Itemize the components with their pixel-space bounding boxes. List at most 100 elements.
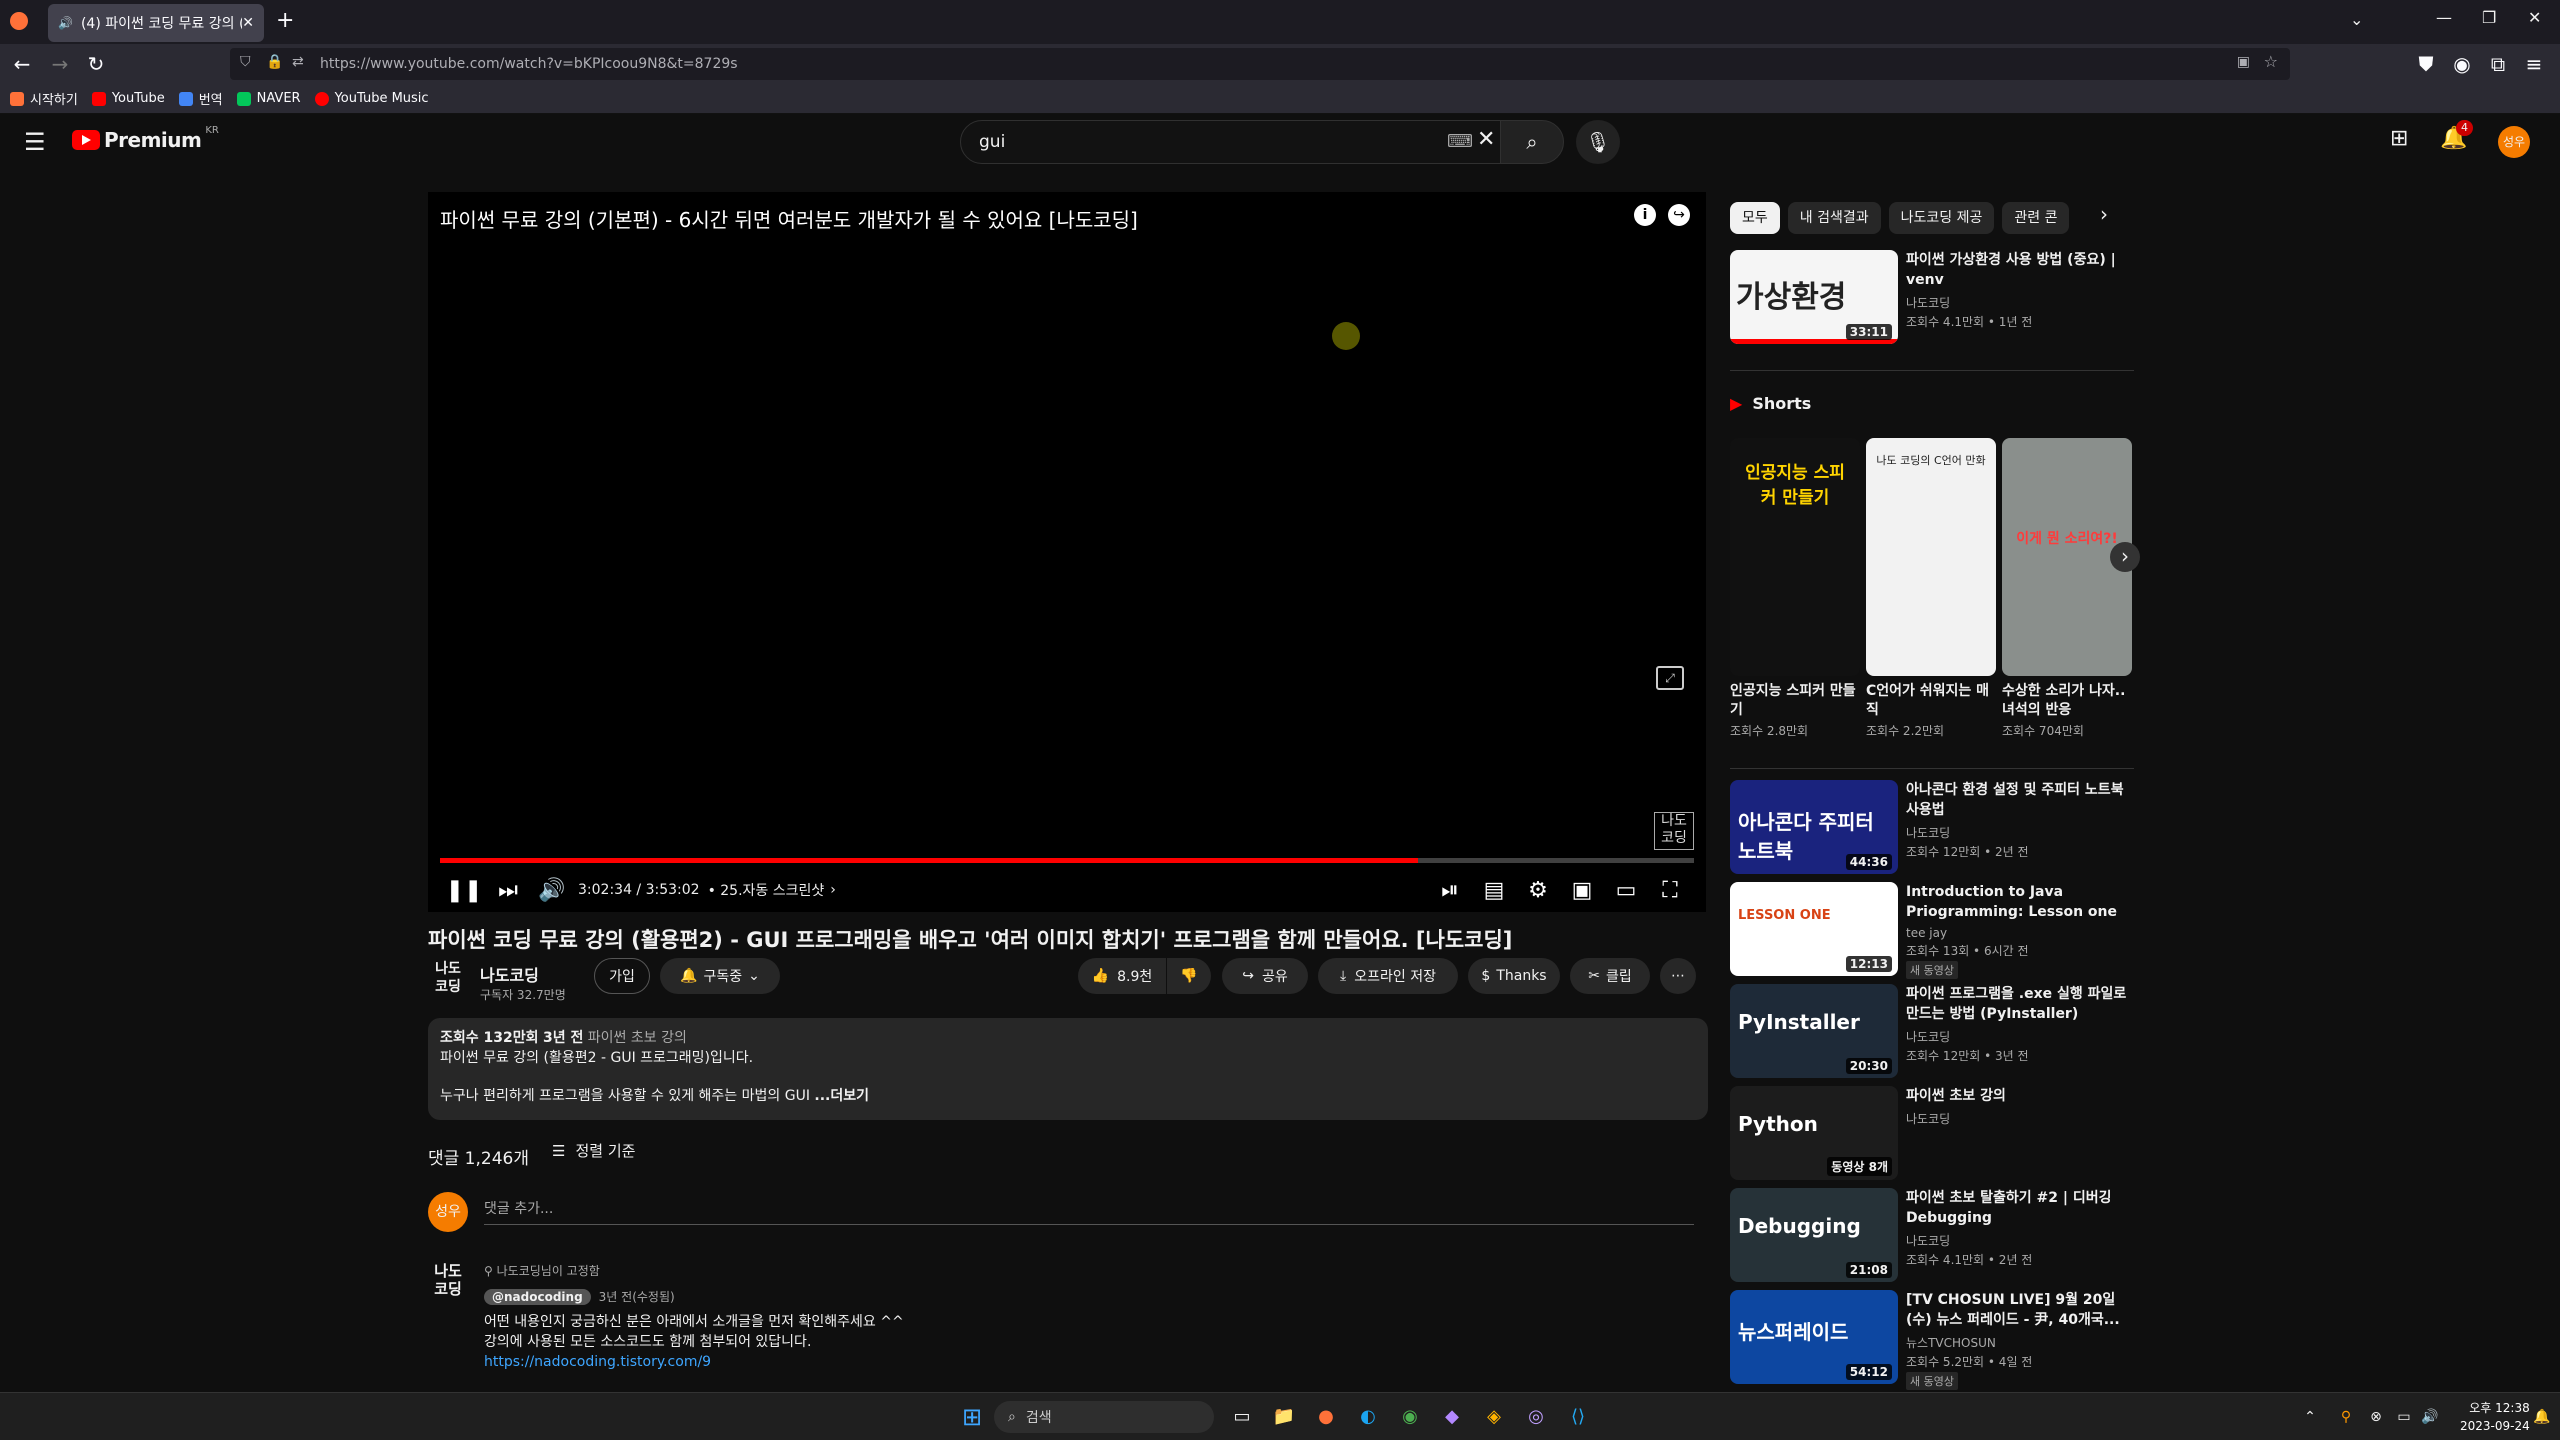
chevron-right-icon[interactable]: › xyxy=(830,882,836,898)
chapter-title[interactable]: • 25.자동 스크린샷 xyxy=(708,880,825,900)
settings-gear-icon[interactable]: ⚙ xyxy=(1516,878,1560,903)
bookmark-youtube[interactable]: YouTube xyxy=(91,91,165,106)
short-item[interactable]: 인공지능 스피커 만들기 인공지능 스피커 만들기 조회수 2.8만회 xyxy=(1730,438,1860,739)
autoplay-toggle-icon[interactable]: ⏯ xyxy=(1428,878,1472,903)
firefox-icon[interactable] xyxy=(10,12,28,30)
chip-all[interactable]: 모두 xyxy=(1730,202,1780,234)
vscode-icon[interactable]: ⟨⟩ xyxy=(1562,1401,1594,1433)
notification-center-icon[interactable]: 🔔 xyxy=(2526,1401,2558,1433)
github-desktop-icon[interactable]: ◎ xyxy=(1520,1401,1552,1433)
download-button[interactable]: ⤓ 오프라인 저장 xyxy=(1318,958,1458,994)
share-icon[interactable]: ↪ xyxy=(1668,204,1690,226)
volume-icon[interactable]: 🔊 xyxy=(530,878,574,903)
pause-icon[interactable]: ❚❚ xyxy=(442,878,486,903)
comment-link[interactable]: https://nadocoding.tistory.com/9 xyxy=(484,1352,904,1372)
more-actions-button[interactable]: ⋯ xyxy=(1660,958,1696,994)
browser-tab[interactable]: 🔊 (4) 파이썬 코딩 무료 강의 (활 ✕ xyxy=(48,4,264,42)
hamburger-menu-icon[interactable]: ☰ xyxy=(24,128,46,156)
recommended-video[interactable]: LESSON ONE 12:13 Introduction to Java Prio… xyxy=(1730,882,2134,979)
url-bar[interactable]: ⛉ 🔒 ⇄ https://www.youtube.com/watch?v=bK… xyxy=(230,48,2290,80)
progress-bar[interactable] xyxy=(440,858,1694,863)
shield-icon[interactable]: ⛉ xyxy=(240,54,251,70)
bookmark-translate[interactable]: 번역 xyxy=(178,89,223,108)
comment-time[interactable]: 3년 전(수정됨) xyxy=(599,1288,675,1305)
info-icon[interactable]: i xyxy=(1634,204,1656,226)
forward-icon[interactable]: → xyxy=(44,44,76,84)
permissions-icon[interactable]: ⇄ xyxy=(292,54,304,70)
avatar[interactable]: 성우 xyxy=(2498,126,2530,158)
pip-icon[interactable]: ▣ xyxy=(2237,54,2250,70)
chevron-right-icon[interactable]: › xyxy=(2100,202,2108,226)
short-thumbnail[interactable]: 나도 코딩의 C언어 만화 xyxy=(1866,438,1996,676)
bookmark-start[interactable]: 시작하기 xyxy=(10,89,78,108)
short-item[interactable]: 이게 뭔 소리여?! 수상한 소리가 나자.. 녀석의 반응 조회수 704만회 xyxy=(2002,438,2132,739)
menu-icon[interactable]: ≡ xyxy=(2518,44,2550,84)
video-thumbnail[interactable]: LESSON ONE 12:13 xyxy=(1730,882,1898,976)
create-video-icon[interactable]: ⊞ xyxy=(2390,126,2408,151)
speaker-icon[interactable]: 🔊 xyxy=(58,16,73,30)
shorts-next-icon[interactable]: › xyxy=(2110,542,2140,572)
video-thumbnail[interactable]: PyInstaller 20:30 xyxy=(1730,984,1898,1078)
extensions-icon[interactable]: ⧉ xyxy=(2482,44,2514,84)
list-tabs-icon[interactable]: ⌄ xyxy=(2350,10,2363,29)
edge-icon[interactable]: ◐ xyxy=(1352,1401,1384,1433)
chip-from-channel[interactable]: 나도코딩 제공 xyxy=(1888,202,1995,234)
recommended-video[interactable]: Python 동영상 8개 파이썬 초보 강의 나도코딩 xyxy=(1730,1086,2134,1182)
channel-name[interactable]: 나도코딩 xyxy=(480,962,539,986)
minimize-button[interactable]: — xyxy=(2436,8,2452,27)
restore-button[interactable]: ❐ xyxy=(2482,8,2496,27)
tray-overflow-icon[interactable]: ⌃ xyxy=(2294,1401,2326,1433)
chip-related[interactable]: 관련 콘 xyxy=(2002,202,2070,234)
chip-search-results[interactable]: 내 검색결과 xyxy=(1787,202,1881,234)
next-icon[interactable]: ⏭ xyxy=(486,878,530,903)
firefox-taskbar-icon[interactable]: ● xyxy=(1310,1401,1342,1433)
video-thumbnail[interactable]: 뉴스퍼레이드 54:12 xyxy=(1730,1290,1898,1384)
like-button[interactable]: 👍 8.9천 xyxy=(1078,958,1166,994)
video-thumbnail[interactable]: 가상환경 33:11 xyxy=(1730,250,1898,344)
search-input[interactable]: gui ⌨ ✕ xyxy=(960,120,1520,164)
dislike-button[interactable]: 👎 xyxy=(1167,958,1211,994)
chrome-icon[interactable]: ◉ xyxy=(1394,1401,1426,1433)
subtitles-icon[interactable]: ▤ xyxy=(1472,878,1516,903)
task-view-icon[interactable]: ▭ xyxy=(1226,1401,1258,1433)
channel-watermark[interactable]: 나도 코딩 xyxy=(1654,812,1694,850)
bookmark-youtube-music[interactable]: YouTube Music xyxy=(314,91,429,106)
recommended-video[interactable]: 뉴스퍼레이드 54:12 [TV CHOSUN LIVE] 9월 20일 (수) 뉴… xyxy=(1730,1290,2134,1390)
reload-icon[interactable]: ↻ xyxy=(80,44,112,84)
search-button[interactable]: ⌕ xyxy=(1500,120,1564,164)
taskbar-search[interactable]: ⌕ 검색 xyxy=(994,1401,1214,1433)
youtube-logo[interactable]: Premium KR xyxy=(72,125,219,152)
short-item[interactable]: 나도 코딩의 C언어 만화 C언어가 쉬워지는 매직 조회수 2.2만회 xyxy=(1866,438,1996,739)
system-clock[interactable]: 오후 12:38 2023-09-24 xyxy=(2460,1399,2530,1435)
app-icon[interactable]: ◈ xyxy=(1478,1401,1510,1433)
keyboard-icon[interactable]: ⌨ xyxy=(1447,131,1473,152)
fullscreen-icon[interactable]: ⛶ xyxy=(1648,878,1692,903)
lock-icon[interactable]: 🔒 xyxy=(266,54,283,70)
video-player[interactable]: 파이썬 무료 강의 (기본편) - 6시간 뒤면 여러분도 개발자가 될 수 있… xyxy=(428,192,1706,912)
recommended-video[interactable]: 가상환경 33:11 파이썬 가상환경 사용 방법 (중요) | venv 나도코… xyxy=(1730,250,2134,346)
join-button[interactable]: 가입 xyxy=(594,958,650,994)
add-comment-input[interactable]: 댓글 추가... xyxy=(484,1198,1694,1225)
commenter-avatar[interactable]: 나도 코딩 xyxy=(428,1262,468,1298)
miniplayer-expand-icon[interactable]: ⤢ xyxy=(1656,666,1684,690)
back-icon[interactable]: ← xyxy=(6,44,38,84)
miniplayer-icon[interactable]: ▣ xyxy=(1560,878,1604,903)
video-thumbnail[interactable]: Python 동영상 8개 xyxy=(1730,1086,1898,1180)
tray-app-icon[interactable]: ⚲ xyxy=(2330,1401,2362,1433)
comment-author[interactable]: @nadocoding xyxy=(484,1288,591,1305)
bookmark-naver[interactable]: NAVER xyxy=(236,91,301,106)
sort-button[interactable]: ☰ 정렬 기준 xyxy=(552,1140,635,1161)
video-thumbnail[interactable]: 아나콘다 주피터 노트북 44:36 xyxy=(1730,780,1898,874)
pocket-icon[interactable]: ⛊ xyxy=(2410,44,2442,84)
recommended-video[interactable]: PyInstaller 20:30 파이썬 프로그램을 .exe 실행 파일로 만드… xyxy=(1730,984,2134,1080)
theater-mode-icon[interactable]: ▭ xyxy=(1604,878,1648,903)
description-tag[interactable]: 파이썬 초보 강의 xyxy=(588,1030,687,1046)
voice-search-button[interactable]: 🎙 xyxy=(1576,120,1620,164)
account-icon[interactable]: ◉ xyxy=(2446,44,2478,84)
volume-tray-icon[interactable]: 🔊 xyxy=(2414,1401,2446,1433)
app-icon[interactable]: ◆ xyxy=(1436,1401,1468,1433)
channel-avatar[interactable]: 나도 코딩 xyxy=(428,960,468,1000)
more-link[interactable]: ...더보기 xyxy=(814,1088,869,1104)
video-thumbnail[interactable]: Debugging 21:08 xyxy=(1730,1188,1898,1282)
close-tab-icon[interactable]: ✕ xyxy=(242,15,254,31)
